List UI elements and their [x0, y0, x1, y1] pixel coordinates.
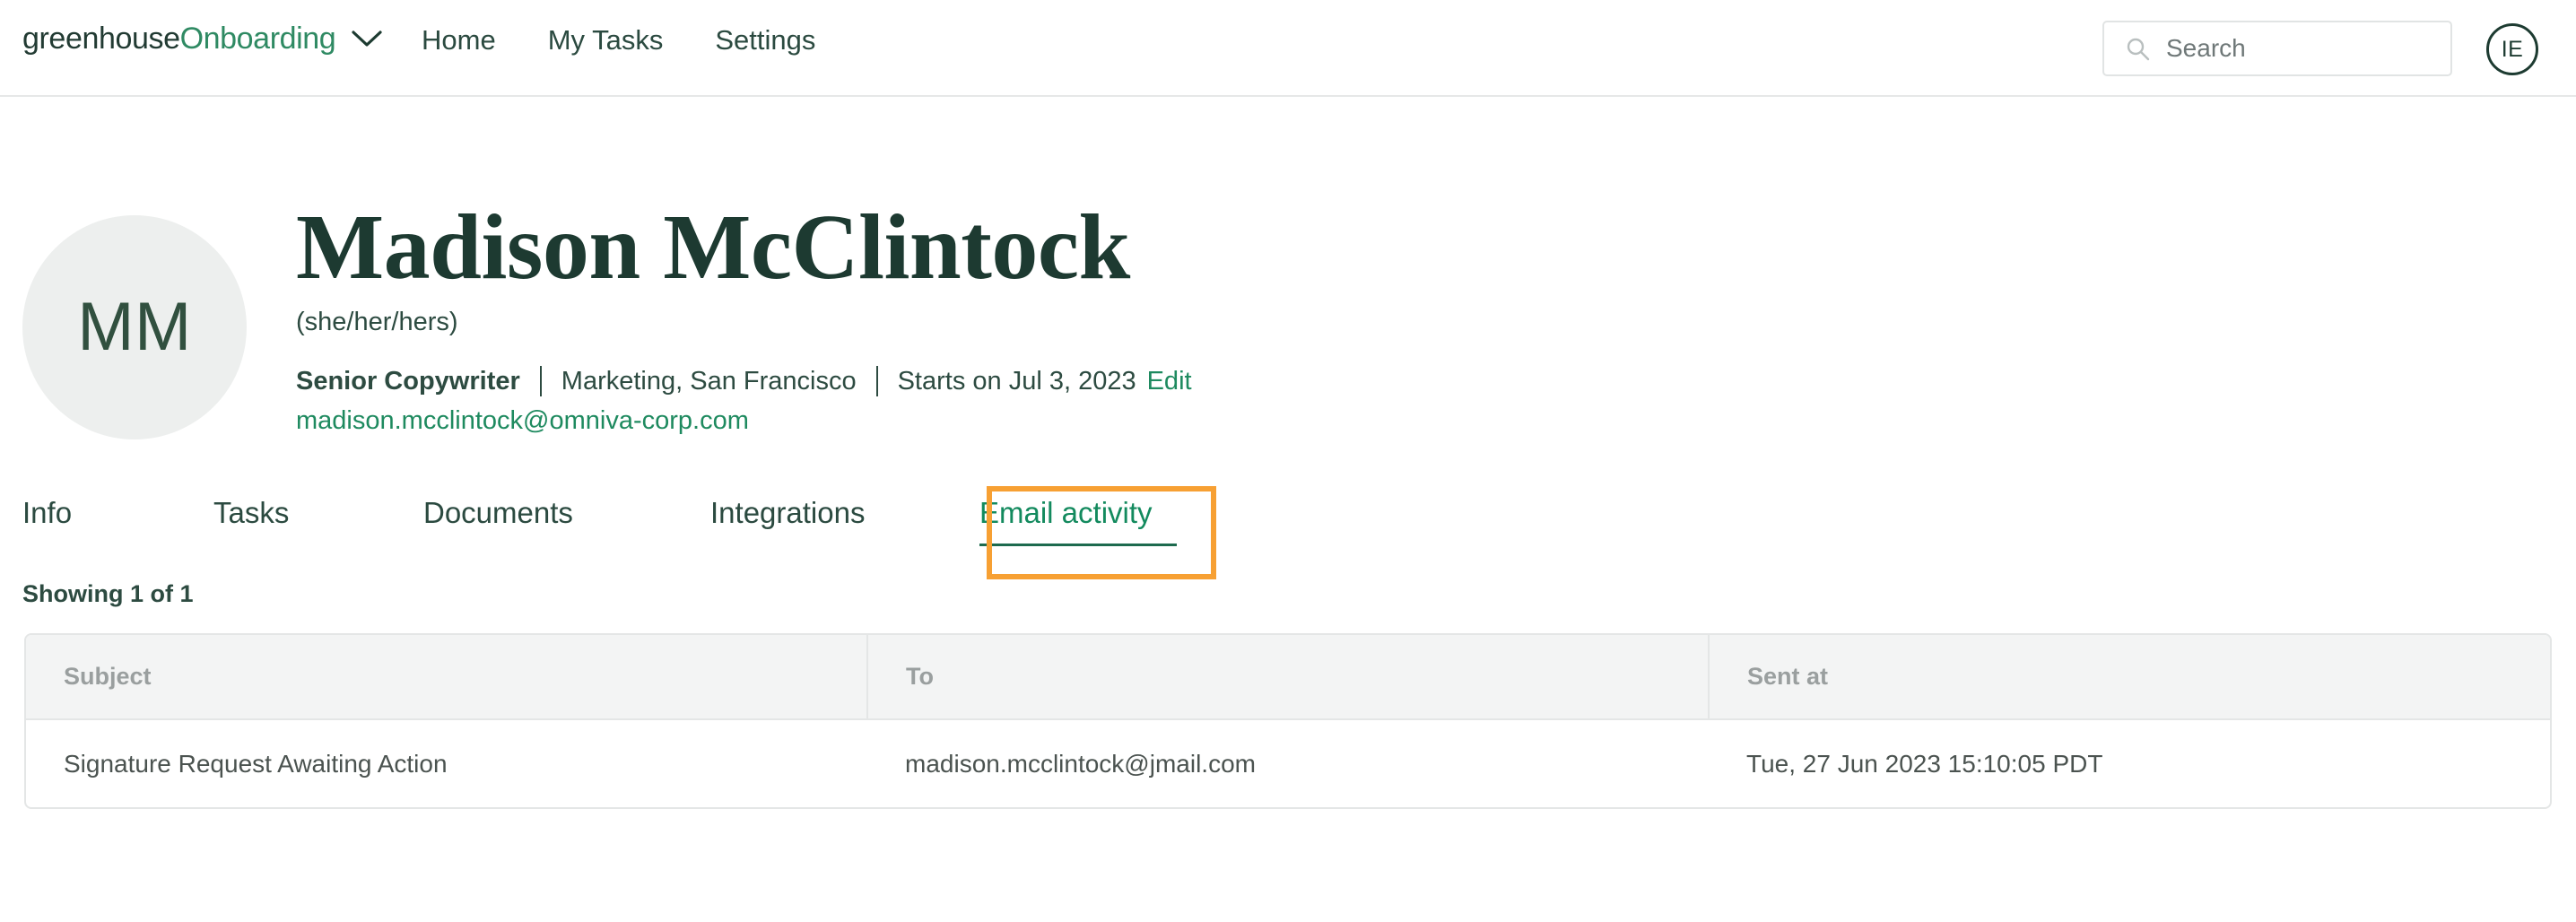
- tab-active-underline: [979, 544, 1177, 546]
- results-count: Showing 1 of 1: [22, 580, 194, 607]
- tab-documents[interactable]: Documents: [423, 474, 710, 531]
- nav-item-my-tasks[interactable]: My Tasks: [548, 23, 664, 57]
- meta-divider: [539, 366, 542, 397]
- search-placeholder: Search: [2166, 34, 2246, 62]
- profile-pronouns: (she/her/hers): [296, 308, 458, 337]
- tab-list: Info Tasks Documents Integrations Email …: [22, 474, 2576, 579]
- tab-integrations[interactable]: Integrations: [710, 474, 979, 531]
- user-avatar-initials: IE: [2501, 36, 2524, 62]
- tab-email-activity-label: Email activity: [979, 496, 1153, 529]
- app-logo[interactable]: greenhouseOnboarding: [22, 23, 382, 54]
- page-title: Madison McClintock: [296, 196, 1130, 299]
- search-icon: [2127, 38, 2150, 60]
- top-navigation-bar: greenhouseOnboarding Home My Tasks Setti…: [0, 0, 2576, 97]
- table-row[interactable]: Signature Request Awaiting Action madiso…: [26, 719, 2550, 808]
- cell-subject: Signature Request Awaiting Action: [64, 749, 448, 778]
- cell-sent-at: Tue, 27 Jun 2023 15:10:05 PDT: [1746, 749, 2103, 778]
- table-header-row: Subject To Sent at: [26, 635, 2550, 720]
- column-header-sent-at: Sent at: [1708, 635, 2550, 720]
- profile-department-location: Marketing, San Francisco: [561, 367, 857, 396]
- profile-avatar-initials: MM: [77, 289, 192, 365]
- logo-text: greenhouseOnboarding: [22, 22, 336, 56]
- meta-divider: [875, 366, 878, 397]
- profile-avatar: MM: [22, 215, 247, 439]
- cell-to: madison.mcclintock@jmail.com: [905, 749, 1256, 778]
- profile-tab-bar: Info Tasks Documents Integrations Email …: [0, 474, 2576, 579]
- tab-email-activity[interactable]: Email activity: [979, 474, 1213, 546]
- profile-job-title: Senior Copywriter: [296, 367, 520, 396]
- tab-info[interactable]: Info: [22, 474, 213, 531]
- user-avatar[interactable]: IE: [2486, 23, 2538, 75]
- nav-item-settings[interactable]: Settings: [715, 23, 815, 57]
- column-header-subject: Subject: [26, 635, 867, 720]
- profile-email-link[interactable]: madison.mcclintock@omniva-corp.com: [296, 404, 749, 437]
- nav-item-home[interactable]: Home: [422, 23, 496, 57]
- tab-tasks[interactable]: Tasks: [213, 474, 423, 531]
- profile-details: Madison McClintock (she/her/hers) Senior…: [296, 196, 1192, 438]
- profile-header: MM Madison McClintock (she/her/hers) Sen…: [0, 97, 2576, 474]
- logo-word-onboarding: Onboarding: [179, 22, 336, 56]
- email-activity-table: Subject To Sent at Signature Request Awa…: [24, 633, 2552, 810]
- column-header-to: To: [866, 635, 1709, 720]
- profile-start-date: Starts on Jul 3, 2023: [897, 367, 1136, 396]
- chevron-down-icon[interactable]: [352, 30, 382, 48]
- edit-link[interactable]: Edit: [1147, 365, 1192, 397]
- main-nav-links: Home My Tasks Settings: [422, 23, 815, 57]
- search-input[interactable]: Search: [2102, 21, 2452, 76]
- profile-meta-row: Senior Copywriter Marketing, San Francis…: [296, 365, 1192, 397]
- logo-word-greenhouse: greenhouse: [22, 22, 180, 56]
